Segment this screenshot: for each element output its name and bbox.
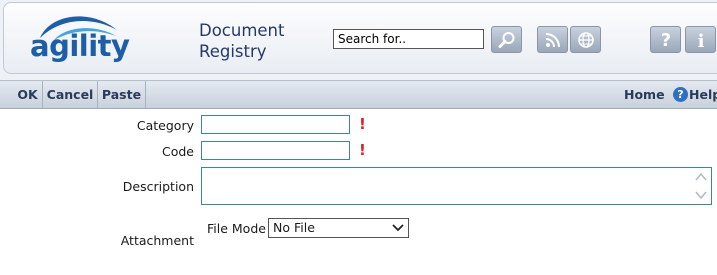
paste-button[interactable]: Paste — [98, 81, 146, 108]
rss-button[interactable] — [537, 26, 568, 53]
help-icon: ? — [660, 30, 670, 50]
file-mode-value: No File — [273, 220, 315, 235]
info-button[interactable]: i — [685, 26, 716, 53]
file-mode-select[interactable]: No File — [268, 218, 409, 238]
cancel-button[interactable]: Cancel — [43, 81, 98, 108]
rss-icon — [545, 32, 560, 47]
logo-text: agility — [30, 29, 130, 63]
description-label: Description — [122, 179, 194, 194]
info-icon: i — [697, 31, 704, 50]
scroll-down-icon[interactable] — [695, 190, 707, 200]
home-link[interactable]: Home — [624, 81, 665, 108]
attachment-label: Attachment — [120, 233, 194, 248]
app-title: Document Registry — [199, 20, 284, 62]
category-required-marker: ! — [359, 115, 366, 133]
search-icon — [498, 31, 514, 48]
description-textarea[interactable] — [201, 167, 712, 205]
globe-button[interactable] — [570, 26, 601, 53]
help-button[interactable]: ? — [650, 26, 681, 53]
svg-text:i: i — [697, 31, 704, 50]
scroll-up-icon[interactable] — [695, 172, 707, 182]
category-field[interactable] — [201, 115, 350, 134]
code-field[interactable] — [201, 141, 350, 160]
chevron-down-icon — [392, 224, 404, 232]
app-title-line2: Registry — [199, 42, 267, 61]
header: agility Document Registry ? — [0, 0, 717, 80]
code-required-marker: ! — [359, 141, 366, 159]
globe-icon — [577, 31, 594, 48]
toolbar: OK Cancel Paste Home ? Help — [0, 80, 717, 109]
file-mode-label: File Mode — [207, 221, 266, 236]
search-button[interactable] — [491, 26, 522, 53]
ok-button[interactable]: OK — [13, 81, 43, 108]
help-link[interactable]: Help — [689, 81, 717, 108]
code-label: Code — [161, 144, 194, 159]
search-input[interactable] — [333, 29, 484, 49]
svg-text:?: ? — [660, 30, 670, 50]
category-label: Category — [136, 118, 194, 133]
app-title-line1: Document — [199, 21, 285, 40]
help-circle-icon[interactable]: ? — [673, 87, 688, 102]
